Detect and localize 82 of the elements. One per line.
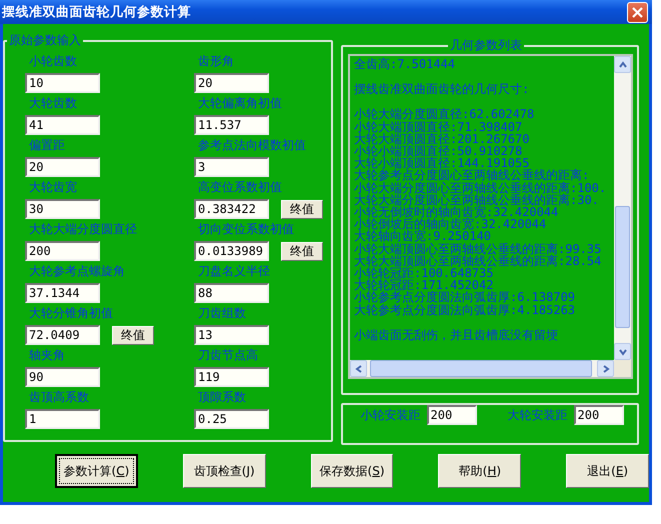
input-field[interactable]: 37.1344 <box>25 283 100 303</box>
input-field[interactable]: 200 <box>426 405 476 425</box>
result-line: 小轮参考点分度圆法向弧齿厚:6.138709 <box>354 291 576 304</box>
input-field[interactable]: 11.537 <box>194 115 269 135</box>
result-line: 全齿高:7.501444 <box>354 58 456 70</box>
field-label: 大轮偏离角初值 <box>197 95 283 112</box>
scroll-up-button[interactable] <box>614 56 631 73</box>
input-field[interactable]: 10 <box>25 73 100 93</box>
field-label: 轴夹角 <box>28 347 66 364</box>
input-field[interactable]: 30 <box>25 199 100 219</box>
result-line: 小轮无倒坡时的轴向齿宽:32.420044 <box>354 206 558 218</box>
action-button[interactable]: 参数计算(C) <box>55 454 138 488</box>
input-field[interactable]: 0.25 <box>194 409 269 429</box>
final-value-button[interactable]: 终值 <box>112 326 154 344</box>
field-label: 刀齿节点高 <box>197 347 259 364</box>
scroll-thumb[interactable] <box>370 360 592 377</box>
field-label: 刀齿组数 <box>197 305 247 322</box>
action-button[interactable]: 齿顶检查(J) <box>182 454 266 488</box>
field-label: 参考点法向模数初值 <box>197 137 307 154</box>
input-field[interactable]: 0.0133989 <box>194 241 269 261</box>
field-label: 顶隙系数 <box>197 389 247 406</box>
scroll-right-button[interactable] <box>597 360 614 377</box>
result-line: 大轮参考点分度圆心至两轴线公垂线的距离: <box>354 169 590 182</box>
group-title: 原始参数输入 <box>8 32 82 49</box>
result-line: 大轮大端分度圆心至两轴线公垂线的距离:30. <box>354 194 600 206</box>
group-title: 几何参数列表 <box>449 37 523 54</box>
field-label: 大轮分锥角初值 <box>28 305 114 322</box>
field-label: 高变位系数初值 <box>197 179 283 196</box>
vertical-scrollbar[interactable] <box>614 56 631 360</box>
result-line: 小轮大端顶圆心至两轴线公垂线的距离:99.35 <box>354 242 602 255</box>
field-label: 刀盘名义半径 <box>197 263 271 280</box>
input-field[interactable]: 200 <box>574 405 624 425</box>
input-field[interactable]: 20 <box>25 157 100 177</box>
action-button[interactable]: 保存数据(S) <box>310 454 394 488</box>
input-field[interactable]: 41 <box>25 115 100 135</box>
scroll-left-button[interactable] <box>350 360 367 377</box>
close-button[interactable] <box>627 2 648 22</box>
scroll-down-button[interactable] <box>614 343 631 360</box>
field-label: 切向变位系数初值 <box>197 221 295 238</box>
final-value-button[interactable]: 终值 <box>281 242 323 260</box>
field-label: 大轮大端分度圆直径 <box>28 221 138 238</box>
input-field[interactable]: 72.0409 <box>25 325 100 345</box>
result-line: 小端齿面无刮伤，并且齿槽底没有留埂 <box>354 328 559 342</box>
scroll-thumb[interactable] <box>615 206 630 328</box>
result-line: 小轮大端顶圆直径:71.398407 <box>354 120 524 133</box>
input-field[interactable]: 200 <box>25 241 100 261</box>
input-field[interactable]: 0.383422 <box>194 199 269 219</box>
result-line: 小轮小端顶圆直径:50.910278 <box>354 145 522 158</box>
field-label: 偏置距 <box>28 137 66 154</box>
result-line: 小轮大端分度圆心至两轴线公垂线的距离:100. <box>354 182 608 194</box>
result-line: 大轮大端顶圆心至两轴线公垂线的距离:28.54 <box>354 254 602 268</box>
input-field[interactable]: 3 <box>194 157 269 177</box>
result-line: 大轮轴向齿宽:9.250140 <box>354 230 492 243</box>
close-icon <box>632 6 643 18</box>
input-field[interactable]: 88 <box>194 283 269 303</box>
final-value-button[interactable]: 终值 <box>281 200 323 218</box>
field-label: 齿形角 <box>197 53 235 70</box>
input-field[interactable]: 1 <box>25 409 100 429</box>
result-line: 大轮小端顶圆直径:144.191055 <box>354 157 530 170</box>
scrollbar-corner <box>614 360 631 377</box>
result-line: 大轮轮冠距:171.452042 <box>354 279 494 292</box>
horizontal-scrollbar[interactable] <box>350 360 614 377</box>
field-label: 小轮齿数 <box>28 53 78 70</box>
result-line: 小轮大端分度圆直径:62.602478 <box>354 108 536 121</box>
input-field[interactable]: 13 <box>194 325 269 345</box>
result-line: 小轮轮冠距:100.648735 <box>354 267 494 280</box>
field-label: 大轮齿数 <box>28 95 78 112</box>
action-button[interactable]: 帮助(H) <box>438 454 522 488</box>
field-label: 大轮安装距 <box>506 406 568 424</box>
field-label: 齿顶高系数 <box>28 389 90 406</box>
field-label: 小轮安装距 <box>360 406 420 424</box>
result-line: 大轮参考点分度圆法向弧齿厚:4.185263 <box>354 304 576 316</box>
field-label: 大轮齿宽 <box>28 179 78 196</box>
result-line: 小轮倒坡后的轴向齿宽:32.420044 <box>354 218 548 230</box>
field-label: 大轮参考点螺旋角 <box>28 263 126 280</box>
input-field[interactable]: 119 <box>194 367 269 387</box>
window-title: 摆线准双曲面齿轮几何参数计算 <box>2 4 191 21</box>
result-line: 摆线齿准双曲面齿轮的几何尺寸: <box>354 83 530 96</box>
input-field[interactable]: 90 <box>25 367 100 387</box>
input-field[interactable]: 20 <box>194 73 269 93</box>
result-line: 大轮大端顶圆直径:201.267670 <box>354 132 530 146</box>
action-button[interactable]: 退出(E) <box>566 454 650 488</box>
